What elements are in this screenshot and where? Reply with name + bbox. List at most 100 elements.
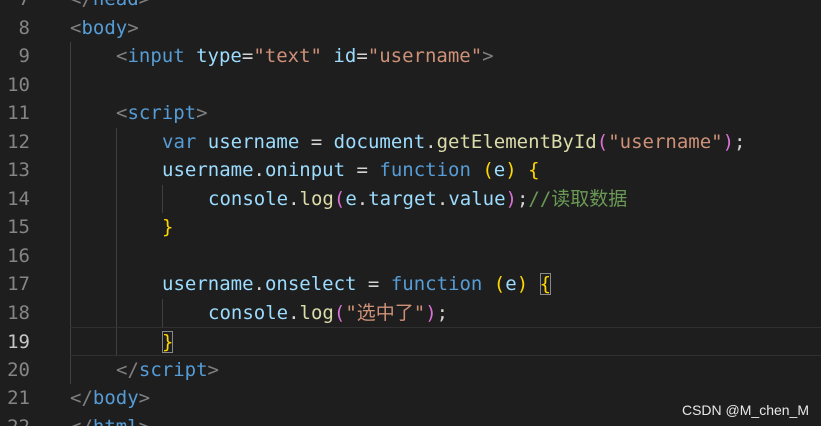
- code-token: target: [368, 187, 437, 210]
- code-token: "username": [608, 130, 723, 153]
- indent-guide: [116, 127, 117, 156]
- code-token: {: [528, 159, 540, 181]
- code-token: .: [253, 159, 265, 181]
- code-token: >: [139, 416, 150, 426]
- code-token: <: [116, 45, 128, 67]
- code-token: document: [333, 130, 426, 153]
- code-token: .: [288, 187, 300, 210]
- line-number: 14: [7, 187, 30, 210]
- code-editor[interactable]: 7</head>8<body>9<input type="text" id="u…: [0, 0, 821, 426]
- line-number: 18: [7, 301, 30, 324]
- line-number: 8: [18, 16, 30, 39]
- code-token: <: [116, 102, 128, 124]
- code-token: .: [436, 187, 449, 210]
- indent-guide: [70, 156, 71, 185]
- code-token: html: [93, 416, 139, 426]
- code-token: type: [196, 45, 242, 67]
- code-token: ): [505, 159, 517, 181]
- code-line[interactable]: 19}: [7, 327, 821, 357]
- code-token: input: [127, 45, 185, 67]
- code-line[interactable]: 11 <script>: [0, 99, 821, 128]
- code-token: {: [539, 273, 552, 295]
- code-token: console: [208, 187, 289, 210]
- code-line[interactable]: 13 username.oninput = function (e) {: [0, 156, 821, 185]
- code-token: </: [116, 358, 139, 381]
- code-text: </html>: [70, 413, 150, 426]
- code-text: </script>: [116, 356, 219, 385]
- code-token: onselect: [264, 273, 357, 295]
- code-line[interactable]: 10: [0, 70, 821, 99]
- code-token: value: [448, 187, 506, 210]
- line-number: 22: [0, 413, 30, 426]
- line-number: 20: [7, 358, 30, 381]
- line-number: 21: [7, 387, 30, 409]
- code-line[interactable]: 14 console.log(e.target.value);//读取数据: [0, 184, 821, 213]
- code-token: .: [425, 130, 437, 153]
- code-token: console: [208, 301, 289, 324]
- code-token: script: [138, 358, 208, 381]
- code-token: </: [70, 0, 93, 10]
- code-token: username: [162, 159, 254, 181]
- code-text: </head>: [70, 0, 150, 14]
- code-token: >: [139, 0, 150, 10]
- line-number: 17: [7, 273, 30, 295]
- code-token: ): [722, 130, 735, 153]
- line-number: 12: [7, 130, 30, 153]
- code-token: </: [70, 387, 93, 409]
- csdn-watermark: CSDN @M_chen_M: [681, 402, 809, 418]
- code-token: ): [425, 301, 437, 324]
- code-token: head: [93, 0, 139, 10]
- code-token: ;: [734, 130, 746, 153]
- code-token: =: [299, 130, 334, 153]
- line-number: 15: [7, 216, 30, 238]
- code-token: function: [379, 159, 471, 181]
- code-token: "text": [253, 45, 322, 67]
- code-token: ;: [436, 301, 449, 324]
- code-token: log: [299, 301, 334, 324]
- indent-guide: [116, 328, 117, 355]
- code-token: (: [482, 159, 494, 181]
- code-token: .: [253, 273, 265, 295]
- code-token: .: [356, 187, 369, 210]
- code-token: id: [333, 45, 357, 67]
- code-line[interactable]: 8 <body>: [0, 14, 821, 43]
- code-text: <body>: [70, 14, 139, 43]
- indent-guide: [116, 298, 117, 327]
- code-line[interactable]: 7 </head>: [0, 0, 821, 14]
- indent-guide: [70, 127, 71, 156]
- code-token: e: [505, 273, 517, 295]
- code-text: </body>: [70, 384, 150, 413]
- indent-guide: [116, 241, 117, 270]
- code-token: >: [196, 102, 208, 124]
- line-number: 19: [7, 331, 30, 353]
- code-line[interactable]: 16: [0, 241, 821, 270]
- indent-guide: [70, 270, 71, 299]
- indent-guide: [162, 298, 163, 327]
- code-token: .: [288, 301, 300, 324]
- code-token: body: [81, 16, 128, 39]
- line-number: 7: [0, 0, 30, 14]
- indent-guide: [116, 270, 117, 299]
- code-token: var: [162, 130, 197, 153]
- line-number: 9: [18, 45, 30, 67]
- code-line[interactable]: 20 </script>: [0, 355, 821, 385]
- code-text: username.oninput = function (e) {: [162, 156, 540, 185]
- code-line[interactable]: 15}: [0, 213, 821, 242]
- line-number: 13: [7, 159, 30, 181]
- code-token: "选中了": [345, 301, 426, 324]
- indent-guide: [70, 355, 71, 384]
- code-line[interactable]: 12 var username = document.getElementById…: [0, 127, 821, 156]
- indent-guide: [70, 70, 71, 99]
- indent-guide: [70, 184, 71, 213]
- code-token: }: [162, 331, 174, 353]
- code-line[interactable]: 18 console.log("选中了");: [0, 298, 821, 327]
- code-line[interactable]: 17 username.onselect = function (e) {: [0, 270, 821, 299]
- code-line[interactable]: 9 <input type="text" id="username">: [0, 42, 821, 71]
- code-token: =: [241, 45, 254, 67]
- indent-guide: [116, 156, 117, 185]
- code-token: (: [333, 301, 346, 324]
- code-text: <script>: [116, 99, 208, 128]
- code-text: }: [162, 328, 174, 357]
